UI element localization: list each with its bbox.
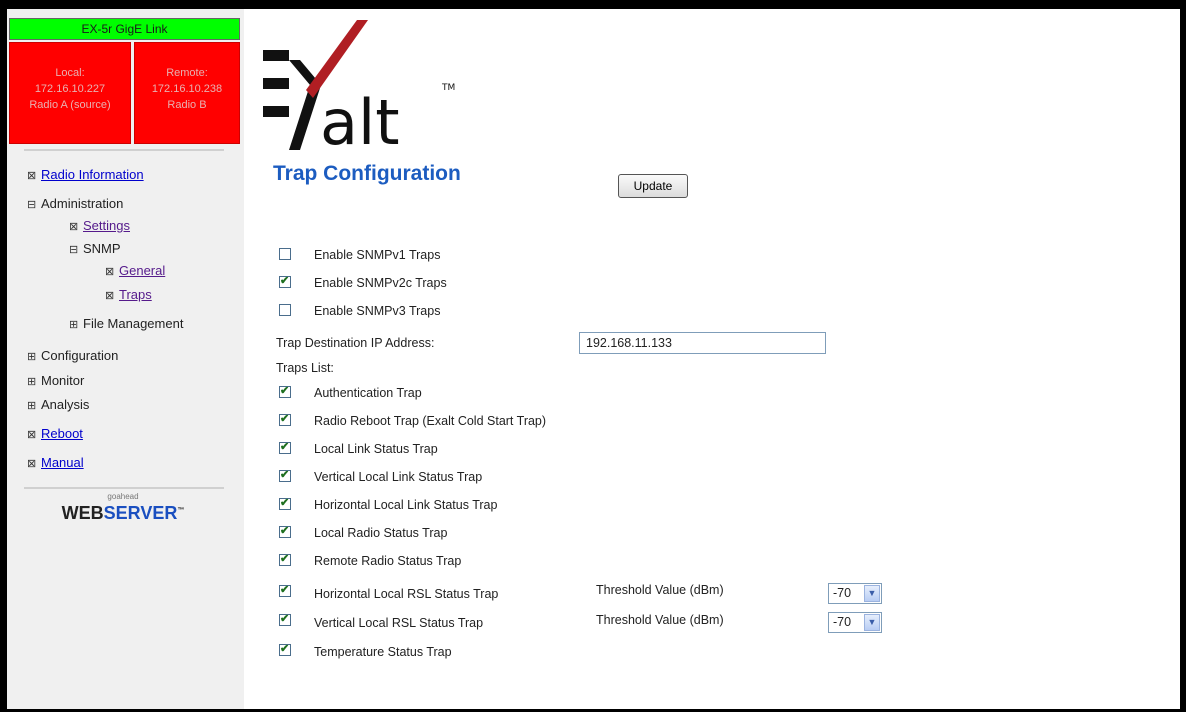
chevron-down-icon[interactable]: ▼ [864, 614, 880, 631]
nav-monitor-label[interactable]: Monitor [41, 373, 84, 388]
nav-monitor[interactable]: ⊞ Monitor [27, 373, 84, 388]
nav-traps[interactable]: ⊠ Traps [105, 287, 152, 302]
nav-settings[interactable]: ⊠ Settings [69, 218, 130, 233]
trap-label: Local Link Status Trap [314, 442, 438, 456]
nav-configuration[interactable]: ⊞ Configuration [27, 348, 118, 363]
trap-checkbox[interactable] [279, 384, 291, 398]
logo-text: alt [320, 86, 400, 159]
snmpv3-label: Enable SNMPv3 Traps [314, 304, 441, 318]
leaf-icon: ⊠ [27, 458, 37, 470]
remote-radio-status: Remote: 172.16.10.238 Radio B [134, 42, 240, 144]
server-text: SERVER [103, 503, 178, 523]
trap-checkbox[interactable] [279, 583, 291, 597]
logo-tm: TM [441, 83, 455, 93]
goahead-text: goahead [107, 492, 139, 501]
trap-checkbox[interactable] [279, 642, 291, 656]
trap-checkbox[interactable] [279, 468, 291, 482]
trap-label: Vertical Local Link Status Trap [314, 470, 483, 484]
traps-list-label: Traps List: [276, 361, 334, 375]
expand-icon[interactable]: ⊞ [27, 399, 37, 412]
snmpv3-checkbox[interactable] [279, 304, 291, 316]
nav-analysis[interactable]: ⊞ Analysis [27, 397, 89, 412]
link-name: EX-5r GigE Link [9, 18, 240, 40]
local-radio-name: Radio A (source) [29, 99, 111, 111]
exalt-x-icon: alt TM [263, 20, 455, 159]
nav-configuration-label[interactable]: Configuration [41, 348, 118, 363]
nav-file-management[interactable]: ⊞ File Management [69, 316, 183, 331]
sidebar-divider [24, 149, 224, 151]
trap-label: Vertical Local RSL Status Trap [314, 616, 484, 630]
link-status-panel: EX-5r GigE Link Local: 172.16.10.227 Rad… [9, 18, 240, 144]
nav-manual[interactable]: ⊠ Manual [27, 455, 84, 470]
trap-checkbox[interactable] [279, 552, 291, 566]
nav-file-management-label[interactable]: File Management [83, 316, 183, 331]
page-title: Trap Configuration [273, 162, 461, 185]
trap-label: Horizontal Local RSL Status Trap [314, 587, 499, 601]
leaf-icon: ⊠ [105, 290, 115, 302]
chevron-down-icon[interactable]: ▼ [864, 585, 880, 602]
trap-label: Local Radio Status Trap [314, 526, 448, 540]
nav-reboot-link[interactable]: Reboot [41, 426, 83, 441]
goahead-webserver-logo: goahead WEBSERVER™ [53, 493, 193, 535]
horizontal-rsl-threshold-select[interactable]: -70 ▼ [828, 583, 882, 604]
collapse-icon[interactable]: ⊟ [69, 243, 79, 256]
trap-checkbox[interactable] [279, 496, 291, 510]
threshold-value: -70 [833, 615, 852, 629]
nav-administration-label[interactable]: Administration [41, 196, 123, 211]
exalt-logo: alt TM [258, 20, 498, 160]
remote-ip: 172.16.10.238 [151, 83, 223, 95]
trap-checkbox[interactable] [279, 440, 291, 454]
threshold-value: -70 [833, 586, 852, 600]
nav-radio-information[interactable]: ⊠ Radio Information [27, 167, 144, 182]
leaf-icon: ⊠ [27, 429, 37, 441]
nav-radio-information-link[interactable]: Radio Information [41, 167, 144, 182]
expand-icon[interactable]: ⊞ [69, 318, 79, 331]
nav-manual-link[interactable]: Manual [41, 455, 84, 470]
web-text: WEB [61, 503, 104, 523]
nav-snmp-label[interactable]: SNMP [83, 241, 121, 256]
leaf-icon: ⊠ [105, 266, 115, 278]
remote-radio-name: Radio B [167, 99, 207, 111]
snmpv2c-checkbox[interactable] [279, 274, 291, 288]
leaf-icon: ⊠ [27, 170, 37, 182]
trap-destination-ip-input[interactable] [579, 332, 826, 354]
snmpv1-checkbox[interactable] [279, 248, 291, 260]
expand-icon[interactable]: ⊞ [27, 350, 37, 363]
nav-general[interactable]: ⊠ General [105, 263, 165, 278]
nav-snmp[interactable]: ⊟ SNMP [69, 241, 121, 256]
trap-label: Radio Reboot Trap (Exalt Cold Start Trap… [314, 414, 547, 428]
snmpv1-label: Enable SNMPv1 Traps [314, 248, 441, 262]
leaf-icon: ⊠ [69, 221, 79, 233]
local-radio-status: Local: 172.16.10.227 Radio A (source) [9, 42, 131, 144]
trap-checkbox[interactable] [279, 612, 291, 626]
local-ip: 172.16.10.227 [34, 83, 106, 95]
tm-mark: ™ [177, 507, 185, 514]
sidebar-divider [24, 487, 224, 489]
trap-checkbox[interactable] [279, 412, 291, 426]
trap-label: Temperature Status Trap [314, 645, 452, 659]
nav-analysis-label[interactable]: Analysis [41, 397, 89, 412]
collapse-icon[interactable]: ⊟ [27, 198, 37, 211]
threshold-label: Threshold Value (dBm) [596, 583, 724, 597]
nav-general-link[interactable]: General [119, 263, 165, 278]
expand-icon[interactable]: ⊞ [27, 375, 37, 388]
trap-label: Authentication Trap [314, 386, 422, 400]
trap-label: Remote Radio Status Trap [314, 554, 462, 568]
snmpv2c-label: Enable SNMPv2c Traps [314, 276, 447, 290]
remote-label: Remote: [166, 67, 208, 79]
trap-label: Horizontal Local Link Status Trap [314, 498, 498, 512]
vertical-rsl-threshold-select[interactable]: -70 ▼ [828, 612, 882, 633]
nav-administration[interactable]: ⊟ Administration [27, 196, 123, 211]
update-button[interactable]: Update [618, 174, 688, 198]
local-label: Local: [55, 67, 85, 79]
trap-checkbox[interactable] [279, 524, 291, 538]
nav-traps-link[interactable]: Traps [119, 287, 152, 302]
nav-reboot[interactable]: ⊠ Reboot [27, 426, 83, 441]
nav-settings-link[interactable]: Settings [83, 218, 130, 233]
trap-destination-label: Trap Destination IP Address: [276, 336, 435, 350]
threshold-label: Threshold Value (dBm) [596, 613, 724, 627]
